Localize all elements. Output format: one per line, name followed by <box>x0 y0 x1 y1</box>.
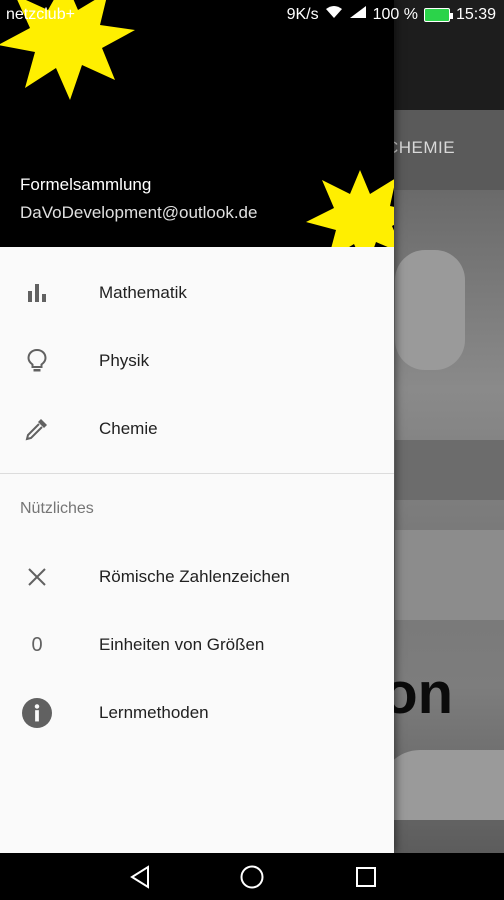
menu-item-physik[interactable]: Physik <box>0 327 394 395</box>
drawer-divider <box>0 473 394 474</box>
menu-item-label: Einheiten von Größen <box>99 635 265 654</box>
back-button[interactable] <box>126 863 154 891</box>
menu-item-mathematik[interactable]: Mathematik <box>0 259 394 327</box>
status-icons: 9K/s 100 % 15:39 <box>287 5 496 24</box>
battery-percent: 100 % <box>372 5 418 23</box>
tab-chemie[interactable]: CHEMIE <box>386 138 455 158</box>
wifi-icon <box>325 5 343 24</box>
account-email: DaVoDevelopment@outlook.de <box>20 203 258 222</box>
navigation-drawer: Formelsammlung DaVoDevelopment@outlook.d… <box>0 0 394 853</box>
starburst-decoration <box>306 170 394 247</box>
menu-item-label: Römische Zahlenzeichen <box>99 567 290 586</box>
menu-item-label: Physik <box>99 351 150 370</box>
lightbulb-icon <box>22 346 52 376</box>
status-bar: netzclub+ 9K/s 100 % 15:39 <box>0 0 504 30</box>
network-speed: 9K/s <box>286 5 319 23</box>
hero-image-detail <box>380 750 504 820</box>
menu-item-lernmethoden[interactable]: Lernmethoden <box>0 679 394 747</box>
home-button[interactable] <box>238 863 266 891</box>
menu-item-label: Chemie <box>99 419 158 438</box>
battery-icon <box>423 7 453 22</box>
close-x-icon <box>22 562 52 592</box>
menu-item-label: Mathematik <box>99 283 187 302</box>
menu-item-roemische-zahlenzeichen[interactable]: Römische Zahlenzeichen <box>0 543 394 611</box>
system-navigation-bar <box>0 853 504 900</box>
hero-image-detail <box>395 250 465 370</box>
zero-icon: 0 <box>31 633 43 656</box>
carrier-name: netzclub+ <box>6 6 75 23</box>
hero-image-detail <box>395 440 504 500</box>
menu-item-chemie[interactable]: Chemie <box>0 395 394 463</box>
recents-button[interactable] <box>352 863 380 891</box>
app-name: Formelsammlung <box>20 175 152 194</box>
menu-item-label: Lernmethoden <box>99 703 209 722</box>
hero-image-detail <box>395 530 504 620</box>
bar-chart-icon <box>22 278 52 308</box>
section-header-nuetzliches: Nützliches <box>20 500 94 517</box>
clock: 15:39 <box>455 5 496 23</box>
drawer-header: Formelsammlung DaVoDevelopment@outlook.d… <box>0 0 394 247</box>
info-icon <box>22 698 52 728</box>
menu-item-einheiten-von-groessen[interactable]: 0 Einheiten von Größen <box>0 611 394 679</box>
pipette-icon <box>22 414 52 444</box>
signal-icon <box>349 5 367 24</box>
